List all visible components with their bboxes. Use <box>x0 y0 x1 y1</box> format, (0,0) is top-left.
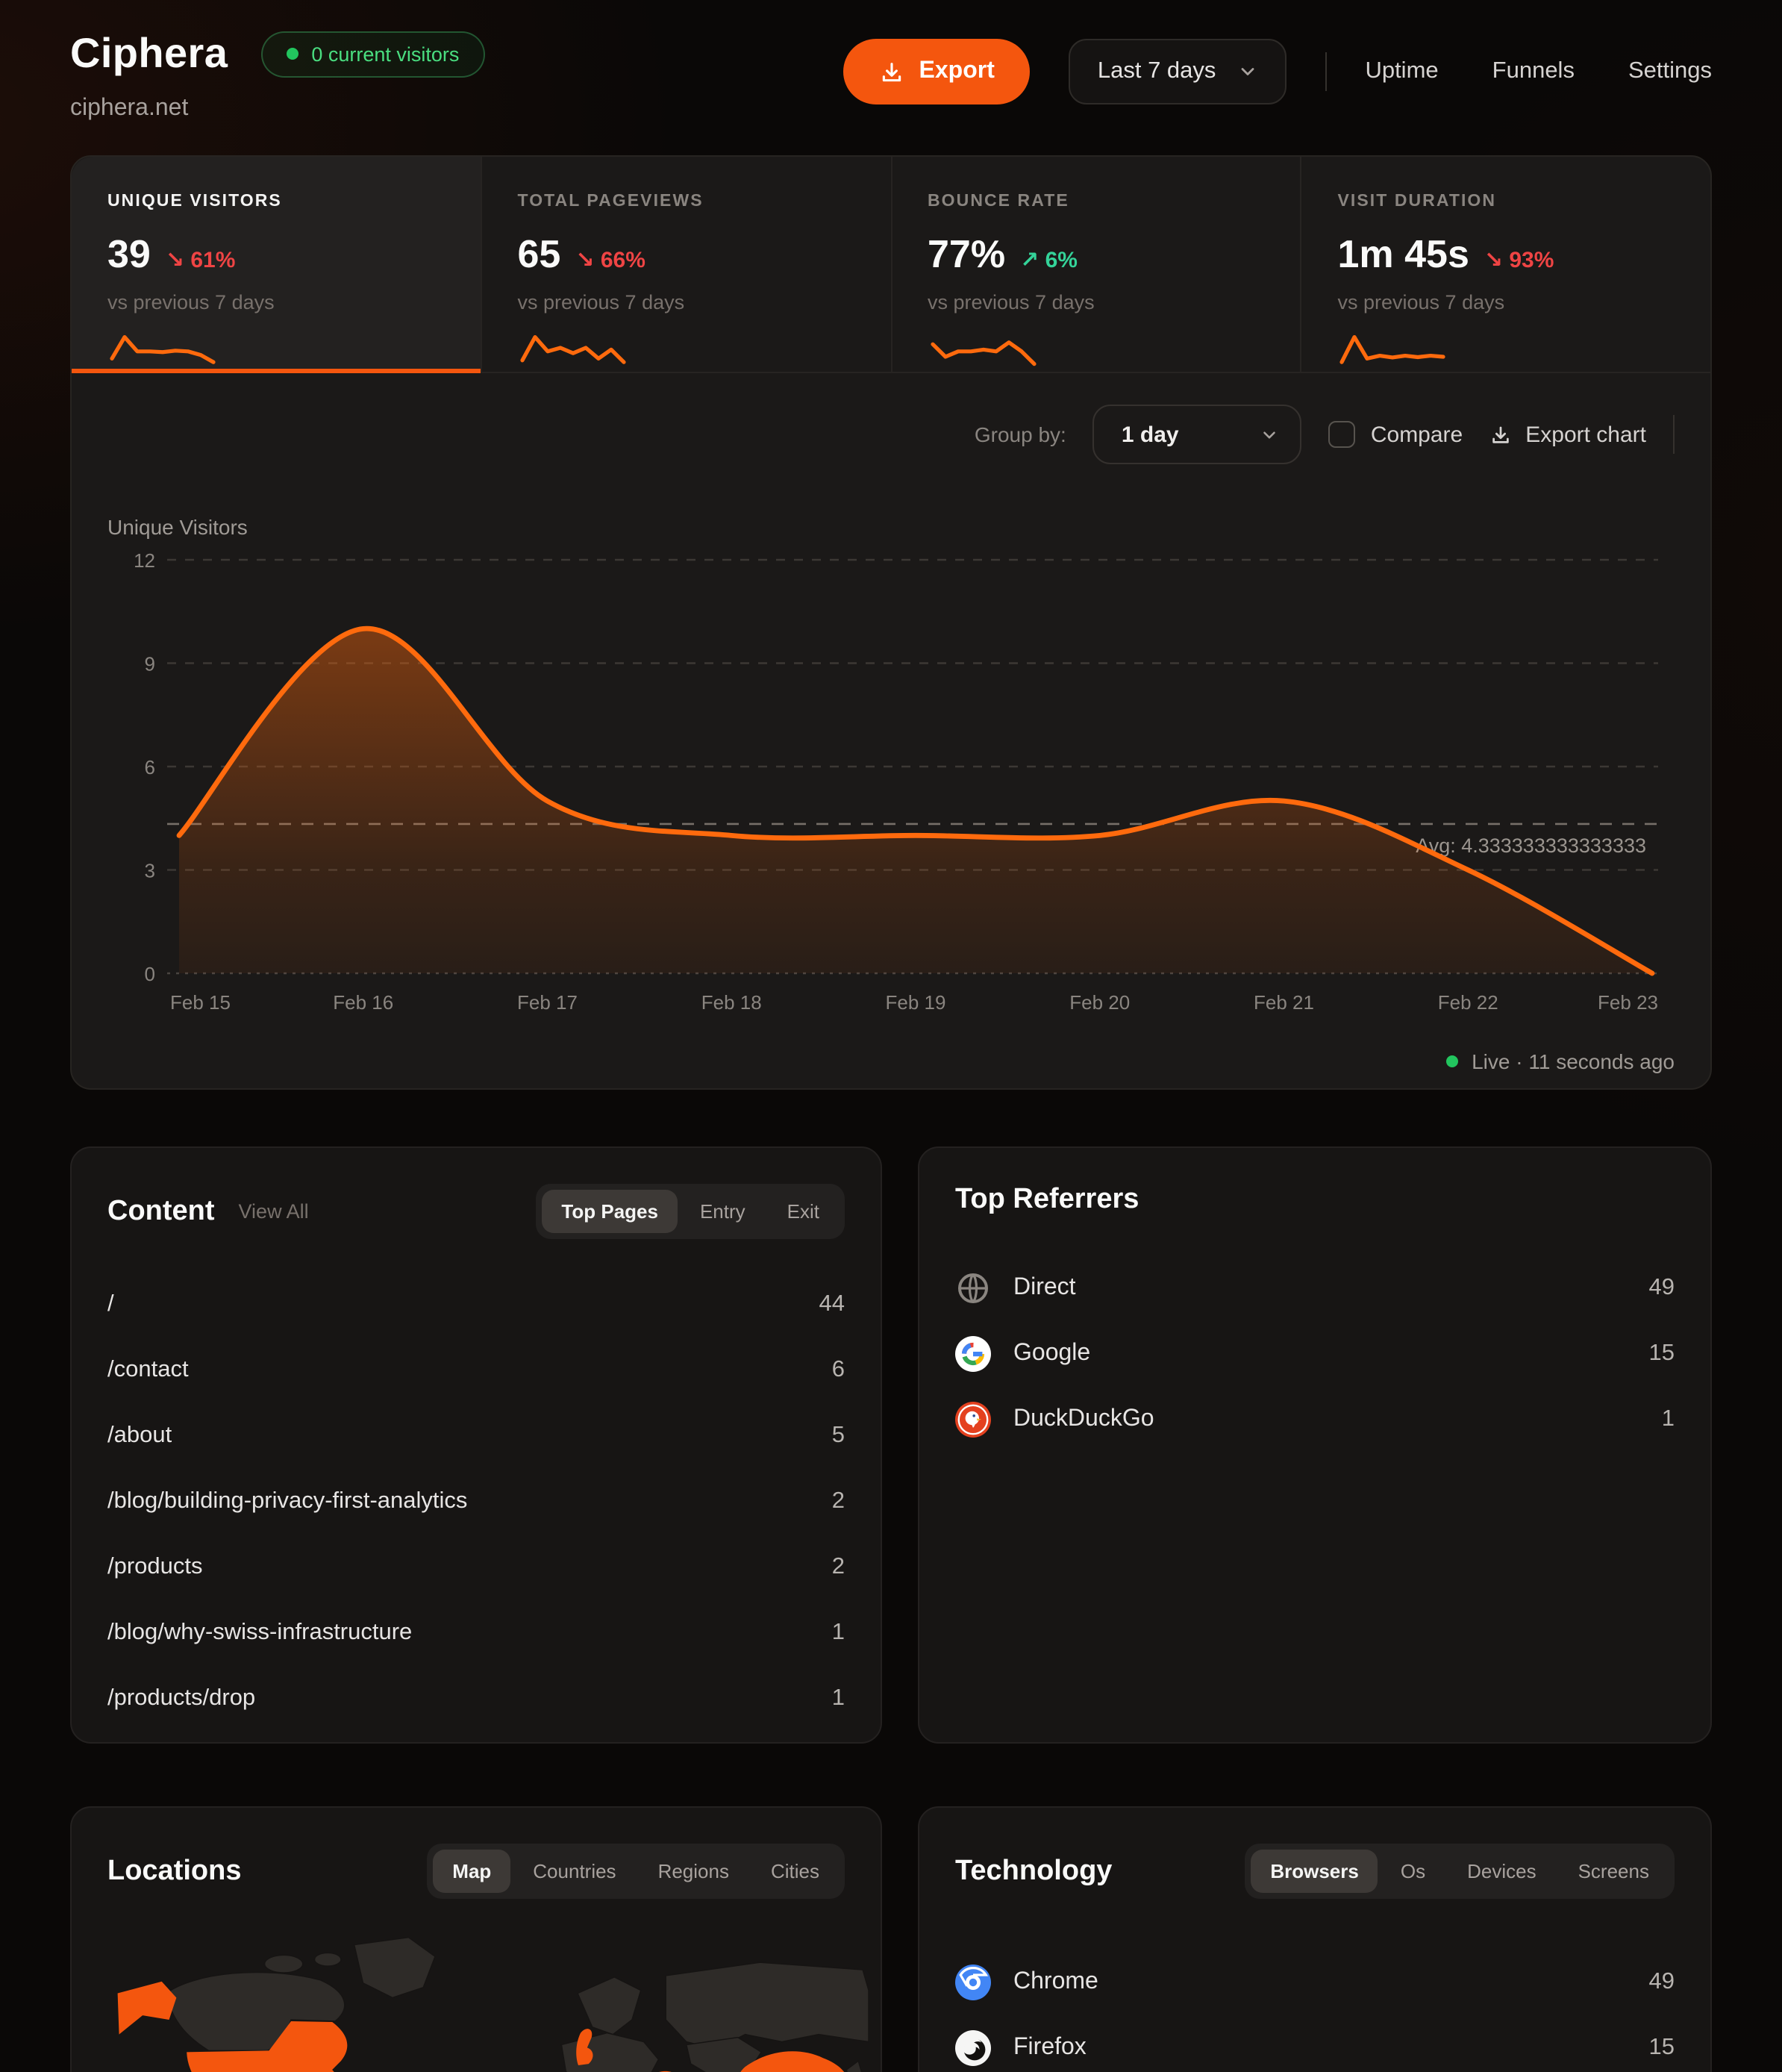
date-range-label: Last 7 days <box>1098 58 1216 85</box>
browser-row[interactable]: Firefox 15 <box>955 2015 1675 2072</box>
world-map[interactable] <box>99 1923 845 2072</box>
referrer-row[interactable]: Direct 49 <box>955 1255 1675 1321</box>
svg-text:9: 9 <box>145 653 155 675</box>
tab-map[interactable]: Map <box>433 1850 510 1893</box>
page-row[interactable]: /products2 <box>107 1535 845 1600</box>
svg-text:Feb 22: Feb 22 <box>1438 991 1498 1014</box>
map-russia <box>666 1962 869 2049</box>
download-icon <box>879 59 904 84</box>
tab-browsers[interactable]: Browsers <box>1251 1850 1378 1893</box>
page-row[interactable]: /44 <box>107 1272 845 1338</box>
live-status: Live · 11 seconds ago <box>1446 1049 1675 1073</box>
tab-exit[interactable]: Exit <box>768 1190 839 1233</box>
content-tabs: Top Pages Entry Exit <box>536 1184 845 1239</box>
locations-card: Locations Map Countries Regions Cities <box>70 1806 882 2072</box>
tab-os[interactable]: Os <box>1381 1850 1445 1893</box>
page-row[interactable]: /contact6 <box>107 1338 845 1403</box>
technology-title: Technology <box>955 1855 1112 1888</box>
technology-card: Technology Browsers Os Devices Screens <box>918 1806 1712 2072</box>
locations-tabs: Map Countries Regions Cities <box>427 1844 845 1899</box>
svg-text:3: 3 <box>145 860 155 882</box>
page-row[interactable]: /blog/building-privacy-first-analytics2 <box>107 1469 845 1535</box>
referrers-card: Top Referrers Direct 49 <box>918 1146 1712 1744</box>
view-all-link[interactable]: View All <box>239 1200 309 1223</box>
browser-row[interactable]: Chrome 49 <box>955 1950 1675 2015</box>
header-divider <box>1325 52 1326 91</box>
nav-funnels[interactable]: Funnels <box>1492 58 1575 85</box>
app: Ciphera 0 current visitors ciphera.net E… <box>0 0 1782 2072</box>
tab-countries[interactable]: Countries <box>513 1850 635 1893</box>
duckduckgo-icon <box>955 1402 991 1438</box>
page-row[interactable]: /blog/why-swiss-infrastructure1 <box>107 1600 845 1666</box>
svg-text:Feb 16: Feb 16 <box>333 991 393 1014</box>
globe-icon <box>955 1270 991 1306</box>
current-visitors-label: 0 current visitors <box>311 43 459 65</box>
chrome-icon <box>955 1965 991 2000</box>
svg-text:Feb 15: Feb 15 <box>170 991 231 1014</box>
svg-text:6: 6 <box>145 756 155 778</box>
header-nav: Uptime Funnels Settings <box>1365 58 1712 85</box>
svg-text:Avg: 4.333333333333333: Avg: 4.333333333333333 <box>1416 834 1646 857</box>
export-label: Export <box>919 58 995 85</box>
svg-text:Feb 20: Feb 20 <box>1069 991 1130 1014</box>
technology-tabs: Browsers Os Devices Screens <box>1245 1844 1675 1899</box>
svg-text:Feb 18: Feb 18 <box>701 991 762 1014</box>
map-japan <box>846 2061 864 2072</box>
referrer-row[interactable]: DuckDuckGo 1 <box>955 1387 1675 1452</box>
world-map-svg <box>99 1923 869 2072</box>
map-greenland <box>354 1938 435 1998</box>
content-card: Content View All Top Pages Entry Exit /4… <box>70 1146 882 1744</box>
map-scandinavia <box>578 1977 641 2035</box>
referrer-row[interactable]: Google 15 <box>955 1321 1675 1387</box>
visitors-area-chart: 0 3 6 9 12 Avg: 4.333333333333333 Feb 15 Feb 16… <box>72 157 1713 1091</box>
svg-text:Feb 23: Feb 23 <box>1598 991 1658 1014</box>
date-range-select[interactable]: Last 7 days <box>1069 39 1287 104</box>
pages-list: /44 /contact6 /about5 /blog/building-pri… <box>107 1272 845 1732</box>
tab-cities[interactable]: Cities <box>751 1850 839 1893</box>
tab-devices[interactable]: Devices <box>1448 1850 1556 1893</box>
site-domain: ciphera.net <box>70 96 484 122</box>
header: Ciphera 0 current visitors ciphera.net E… <box>0 0 1782 122</box>
referrers-title: Top Referrers <box>955 1184 1139 1217</box>
svg-text:0: 0 <box>145 963 155 985</box>
nav-settings[interactable]: Settings <box>1628 58 1712 85</box>
firefox-icon <box>955 2030 991 2066</box>
live-dot-icon <box>1446 1055 1458 1067</box>
analytics-panel: UNIQUE VISITORS 39 ↘ 61% vs previous 7 d… <box>70 155 1712 1090</box>
browsers-list: Chrome 49 Firefox 15 <box>955 1950 1675 2072</box>
referrers-list: Direct 49 Google 15 <box>955 1255 1675 1452</box>
content-title: Content <box>107 1195 215 1228</box>
export-button[interactable]: Export <box>843 39 1031 104</box>
map-alaska <box>118 1982 177 2035</box>
page-row[interactable]: /products/drop1 <box>107 1666 845 1732</box>
svg-text:Feb 17: Feb 17 <box>517 991 578 1014</box>
tab-regions[interactable]: Regions <box>639 1850 748 1893</box>
svg-text:Feb 19: Feb 19 <box>886 991 946 1014</box>
locations-title: Locations <box>107 1855 241 1888</box>
site-title: Ciphera <box>70 30 228 78</box>
google-icon <box>955 1336 991 1372</box>
svg-text:12: 12 <box>134 549 155 572</box>
map-europe <box>561 2033 658 2072</box>
live-status-text: Live · 11 seconds ago <box>1472 1049 1675 1073</box>
svg-text:Feb 21: Feb 21 <box>1254 991 1314 1014</box>
nav-uptime[interactable]: Uptime <box>1365 58 1438 85</box>
tab-top-pages[interactable]: Top Pages <box>542 1190 678 1233</box>
chevron-down-icon <box>1237 61 1257 82</box>
tab-screens[interactable]: Screens <box>1559 1850 1669 1893</box>
page-row[interactable]: /about5 <box>107 1403 845 1469</box>
tab-entry[interactable]: Entry <box>681 1190 765 1233</box>
current-visitors-badge: 0 current visitors <box>260 31 484 77</box>
live-dot-icon <box>286 48 298 60</box>
